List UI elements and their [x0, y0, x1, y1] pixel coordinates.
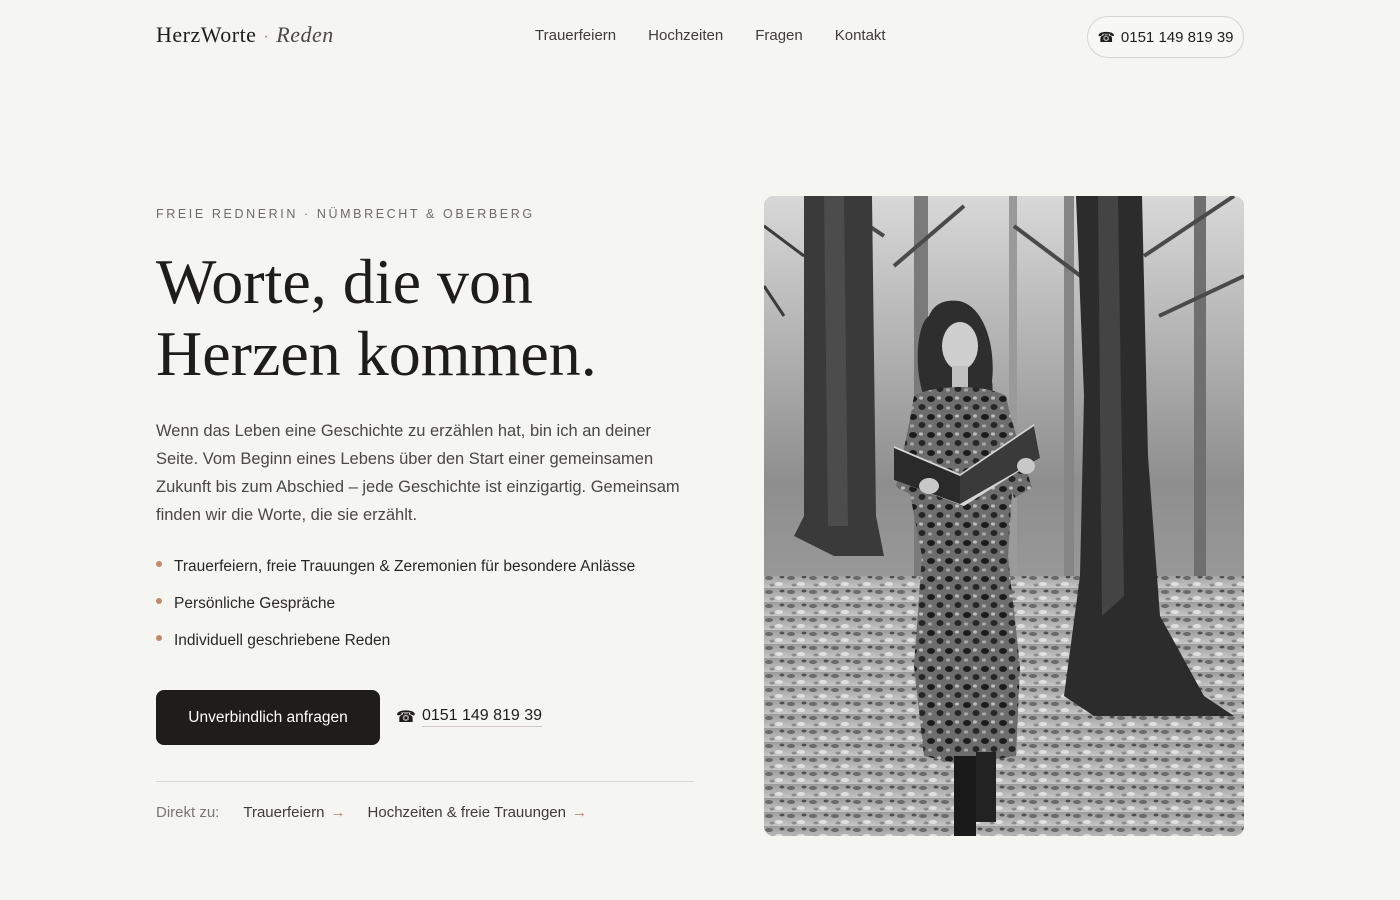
nav-item-trauerfeiern[interactable]: Trauerfeiern	[535, 27, 616, 44]
bullet-dot-icon	[156, 598, 162, 604]
hero-phone-link[interactable]: ☎ 0151 149 819 39	[396, 707, 543, 727]
bullet-text: Persönliche Gespräche	[174, 595, 336, 612]
nav-item-fragen[interactable]: Fragen	[755, 27, 803, 44]
hero-intro: Wenn das Leben eine Geschichte zu erzähl…	[156, 422, 680, 524]
list-item: Individuell geschriebene Reden	[156, 628, 635, 665]
main-nav: Trauerfeiern Hochzeiten Fragen Kontakt	[535, 27, 886, 44]
site-logo[interactable]: HerzWorte · Reden	[156, 22, 334, 48]
hero-phone-number: 0151 149 819 39	[421, 707, 543, 727]
headline-line-1: Worte, die von	[156, 246, 533, 317]
hero-headline: Worte, die von Herzen kommen.	[156, 246, 716, 390]
bullet-dot-icon	[156, 635, 162, 641]
hero-photo	[764, 196, 1244, 836]
photo-illustration	[764, 196, 1244, 836]
divider	[156, 781, 694, 782]
direct-label: Direkt zu:	[156, 804, 220, 821]
direct-links: Direkt zu: Trauerfeiern → Hochzeiten & f…	[156, 804, 609, 821]
bullet-dot-icon	[156, 561, 162, 567]
arrow-right-icon: →	[330, 804, 346, 821]
phone-icon: ☎	[396, 709, 416, 726]
logo-main-text: HerzWorte	[156, 22, 257, 47]
direct-link-trauerfeiern[interactable]: Trauerfeiern →	[243, 804, 345, 821]
hero-eyebrow: FREIE REDNERIN · NÜMBRECHT & OBERBERG	[156, 207, 535, 221]
phone-icon: ☎	[1097, 28, 1115, 45]
bullet-text: Individuell geschriebene Reden	[174, 632, 391, 649]
list-item: Persönliche Gespräche	[156, 591, 635, 628]
logo-sub-text: Reden	[276, 22, 334, 47]
hero-bullet-list: Trauerfeiern, freie Trauungen & Zeremoni…	[156, 554, 635, 665]
header-phone-number: 0151 149 819 39	[1120, 28, 1234, 46]
site-header: HerzWorte · Reden Trauerfeiern Hochzeiten …	[0, 0, 1400, 74]
direct-link-hochzeiten[interactable]: Hochzeiten & freie Trauungen →	[368, 804, 587, 821]
logo-dot: ·	[263, 29, 270, 46]
headline-line-2: Herzen kommen.	[156, 318, 597, 389]
list-item: Trauerfeiern, freie Trauungen & Zeremoni…	[156, 554, 635, 591]
arrow-right-icon: →	[571, 804, 587, 821]
bullet-text: Trauerfeiern, freie Trauungen & Zeremoni…	[174, 558, 636, 575]
nav-item-kontakt[interactable]: Kontakt	[835, 27, 886, 44]
direct-link-label: Trauerfeiern	[243, 804, 325, 821]
header-phone-button[interactable]: ☎ 0151 149 819 39	[1087, 16, 1244, 58]
inquiry-button[interactable]: Unverbindlich anfragen	[156, 690, 380, 745]
direct-link-label: Hochzeiten & freie Trauungen	[367, 804, 566, 821]
nav-item-hochzeiten[interactable]: Hochzeiten	[648, 27, 723, 44]
